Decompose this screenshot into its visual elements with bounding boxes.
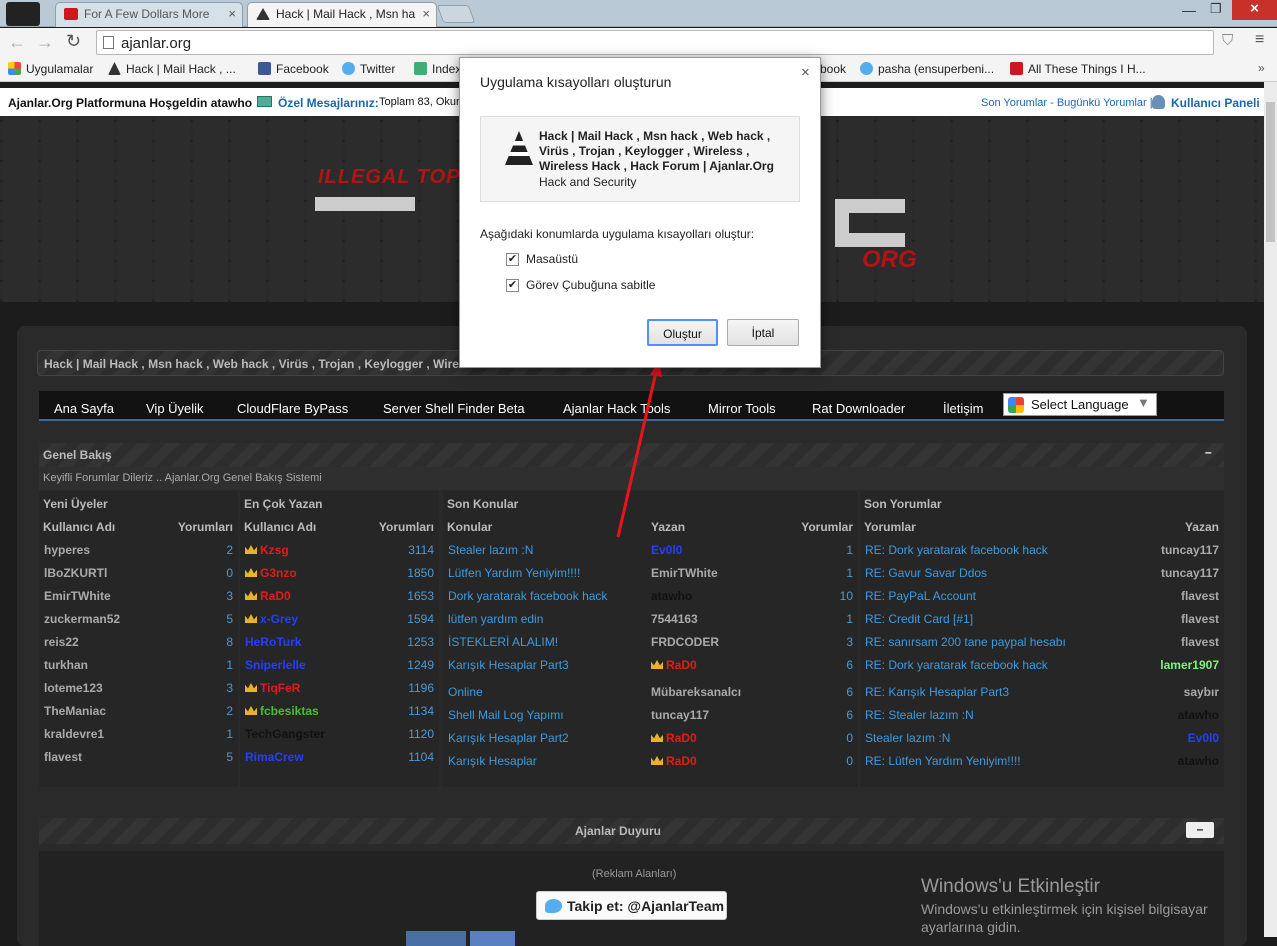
create-shortcuts-dialog: Uygulama kısayolları oluşturun × Hack | … xyxy=(459,57,821,368)
taskbar-checkbox[interactable]: ✔ xyxy=(506,279,519,292)
app-info-box: Hack | Mail Hack , Msn hack , Web hack ,… xyxy=(480,116,800,202)
desktop-label: Masaüstü xyxy=(526,252,579,266)
site-icon xyxy=(505,131,533,165)
create-button[interactable]: Oluştur xyxy=(647,319,718,346)
cancel-button[interactable]: İptal xyxy=(727,319,799,346)
shortcut-prompt: Aşağıdaki konumlarda uygulama kısayollar… xyxy=(480,227,755,241)
dialog-close-button[interactable]: × xyxy=(801,64,810,81)
taskbar-label: Görev Çubuğuna sabitle xyxy=(526,278,656,292)
desktop-checkbox[interactable]: ✔ xyxy=(506,253,519,266)
app-description: Hack and Security xyxy=(539,175,637,189)
app-name: Hack | Mail Hack , Msn hack , Web hack ,… xyxy=(539,129,774,173)
dialog-title: Uygulama kısayolları oluşturun xyxy=(480,74,672,90)
arrow-diagonal xyxy=(616,371,658,538)
